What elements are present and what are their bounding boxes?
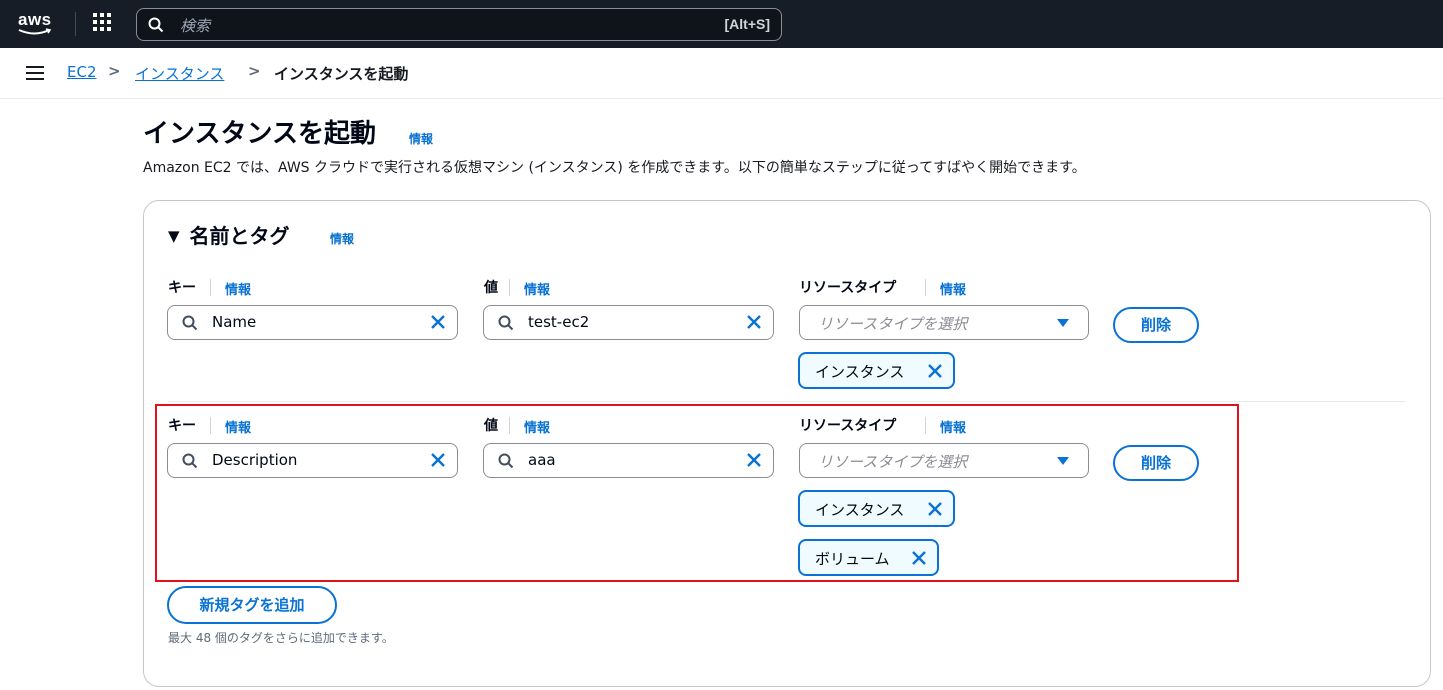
search-icon	[148, 17, 164, 33]
tag-value-input[interactable]: test-ec2	[483, 305, 774, 340]
resource-type-info-link[interactable]: 情報	[940, 279, 966, 298]
hamburger-menu-icon[interactable]	[26, 66, 44, 80]
page-description: Amazon EC2 では、AWS クラウドで実行される仮想マシン (インスタン…	[143, 160, 1086, 176]
services-menu-grid-icon[interactable]	[93, 13, 115, 35]
tag-limit-hint: 最大 48 個のタグをさらに追加できます。	[168, 631, 394, 645]
breadcrumb-current: インスタンスを起動	[274, 65, 409, 83]
section-info-link[interactable]: 情報	[330, 230, 354, 247]
breadcrumb-chevron-icon: >	[248, 62, 261, 80]
global-search-input[interactable]: 検索 [Alt+S]	[136, 8, 782, 41]
tag-key-value: Name	[212, 313, 257, 331]
resource-type-token: インスタンス	[798, 352, 955, 389]
aws-smile-icon	[18, 28, 52, 35]
label-separator	[925, 279, 926, 296]
topbar-divider	[75, 12, 76, 36]
page-info-link[interactable]: 情報	[409, 130, 433, 147]
resource-type-label: リソースタイプ	[799, 280, 897, 296]
aws-logo-text: aws	[18, 10, 52, 29]
token-label: インスタンス	[815, 363, 905, 381]
tag-key-input[interactable]: Name	[167, 305, 458, 340]
clear-icon[interactable]	[746, 314, 762, 330]
search-icon	[498, 315, 514, 331]
breadcrumb-chevron-icon: >	[108, 62, 121, 80]
resource-type-select[interactable]: リソースタイプを選択	[799, 305, 1089, 340]
highlight-box	[155, 404, 1239, 582]
breadcrumb-link-instances[interactable]: インスタンス	[135, 63, 224, 84]
search-shortcut-hint: [Alt+S]	[724, 16, 771, 32]
search-placeholder: 検索	[180, 17, 211, 35]
label-separator	[210, 279, 211, 296]
resource-type-placeholder: リソースタイプを選択	[818, 315, 968, 333]
value-info-link[interactable]: 情報	[524, 279, 550, 298]
delete-tag-button[interactable]: 削除	[1113, 307, 1199, 343]
breadcrumb-bar: EC2 > インスタンス > インスタンスを起動	[0, 48, 1443, 99]
tag-value-value: test-ec2	[528, 313, 590, 331]
page-title: インスタンスを起動	[143, 119, 376, 149]
row-divider	[168, 401, 1406, 402]
key-label: キー	[168, 280, 196, 296]
caret-down-icon	[1057, 319, 1069, 327]
top-navigation-bar: aws 検索 [Alt+S]	[0, 0, 1443, 48]
section-title: 名前とタグ	[189, 224, 290, 248]
key-info-link[interactable]: 情報	[225, 279, 251, 298]
clear-icon[interactable]	[430, 314, 446, 330]
add-new-tag-button[interactable]: 新規タグを追加	[167, 586, 337, 624]
search-icon	[182, 315, 198, 331]
aws-logo[interactable]: aws	[18, 10, 52, 35]
breadcrumb-link-ec2[interactable]: EC2	[67, 63, 97, 81]
section-header-name-and-tags[interactable]: ▼ 名前とタグ	[168, 220, 290, 249]
value-label: 値	[484, 280, 498, 296]
caret-down-icon: ▼	[168, 227, 180, 245]
remove-token-icon[interactable]	[927, 363, 943, 379]
label-separator	[509, 279, 510, 296]
